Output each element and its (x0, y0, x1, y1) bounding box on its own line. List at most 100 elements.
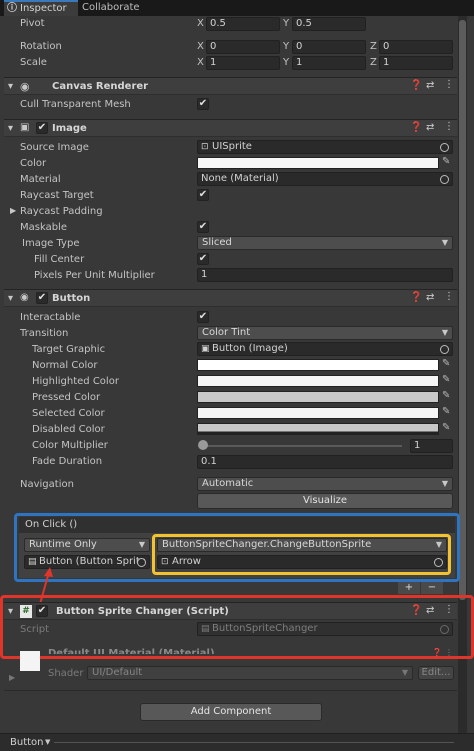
foldout-arrow-icon[interactable]: ▾ (8, 123, 13, 134)
canvas-renderer-header[interactable]: ▾ ◉ Canvas Renderer ❓ ⇄ ⋮ (4, 77, 457, 95)
pressed-color-swatch[interactable] (197, 391, 439, 403)
edit-shader-button[interactable]: Edit... (418, 666, 454, 680)
rotation-x-axis[interactable]: X (197, 41, 204, 52)
dropdown-caret-icon[interactable]: ▼ (45, 738, 50, 746)
highlighted-color-swatch[interactable] (197, 375, 439, 387)
button-title: Button (52, 293, 91, 304)
scale-x-axis[interactable]: X (197, 57, 204, 68)
button-component-icon: ◉ (20, 292, 29, 303)
pivot-x-field[interactable]: 0.5 (206, 17, 280, 31)
maskable-checkbox[interactable]: ✔ (197, 221, 209, 233)
rotation-y-field[interactable]: 0 (292, 40, 366, 54)
fade-duration-field[interactable]: 0.1 (197, 455, 453, 469)
pivot-y-field[interactable]: 0.5 (292, 17, 366, 31)
eyedropper-icon[interactable]: ✎ (442, 156, 450, 167)
navigation-dropdown[interactable]: Automatic ▼ (197, 477, 453, 491)
eyedropper-icon[interactable]: ✎ (442, 422, 450, 433)
tab-collaborate[interactable]: Collaborate (82, 0, 140, 16)
scale-y-axis[interactable]: Y (283, 57, 289, 68)
normal-color-swatch[interactable] (197, 359, 439, 371)
eyedropper-icon[interactable]: ✎ (442, 406, 450, 417)
fill-center-checkbox[interactable]: ✔ (197, 253, 209, 265)
dropdown-caret-icon: ▼ (435, 540, 442, 549)
footer-label[interactable]: Button (10, 737, 44, 748)
add-component-button[interactable]: Add Component (140, 703, 322, 721)
help-icon[interactable]: ❓ (410, 80, 422, 91)
multiplier-slider-handle[interactable] (198, 440, 208, 450)
object-picker-icon[interactable] (440, 345, 449, 354)
foldout-arrow-icon[interactable]: ▾ (8, 81, 13, 92)
footer-resize-handle[interactable] (54, 742, 454, 743)
onclick-argument-field[interactable]: ⊡ Arrow (157, 555, 447, 569)
object-picker-icon[interactable] (440, 175, 449, 184)
scale-y-field[interactable]: 1 (292, 56, 366, 70)
add-event-button[interactable]: + (398, 582, 420, 594)
dropdown-caret-icon: ▼ (441, 479, 448, 488)
interactable-checkbox[interactable]: ✔ (197, 311, 209, 323)
pivot-x-axis[interactable]: X (197, 18, 204, 29)
raycast-target-checkbox[interactable]: ✔ (197, 189, 209, 201)
target-graphic-field[interactable]: ▣ Button (Image) (197, 342, 453, 356)
foldout-arrow-icon[interactable]: ▶ (9, 673, 15, 682)
scale-x-field[interactable]: 1 (206, 56, 280, 70)
ppu-field[interactable]: 1 (197, 268, 453, 282)
eyedropper-icon[interactable]: ✎ (442, 374, 450, 385)
more-options-icon[interactable]: ⋮ (444, 291, 454, 302)
tab-inspector[interactable]: ⓘ Inspector (4, 0, 78, 16)
object-picker-icon[interactable] (434, 558, 443, 567)
info-icon: ⓘ (7, 3, 17, 14)
rotation-z-field[interactable]: 0 (379, 40, 453, 54)
onclick-title: On Click () (25, 519, 78, 530)
selected-color-swatch[interactable] (197, 407, 439, 419)
image-icon: ▣ (201, 344, 210, 354)
object-picker-icon[interactable] (137, 558, 146, 567)
normal-color-label: Normal Color (32, 360, 98, 371)
raycast-padding-label[interactable]: Raycast Padding (20, 206, 103, 217)
preset-icon[interactable]: ⇄ (426, 122, 434, 133)
more-options-icon[interactable]: ⋮ (445, 648, 453, 657)
source-image-field[interactable]: ⊡ UISprite (197, 140, 453, 154)
image-type-dropdown[interactable]: Sliced ▼ (197, 236, 453, 250)
runtime-dropdown[interactable]: Runtime Only ▼ (24, 538, 150, 552)
cull-transparent-checkbox[interactable]: ✔ (197, 98, 209, 110)
color-label: Color (20, 158, 47, 169)
remove-event-button[interactable]: − (421, 582, 443, 594)
eyedropper-icon[interactable]: ✎ (442, 358, 450, 369)
rotation-z-axis[interactable]: Z (370, 41, 377, 52)
eyedropper-icon[interactable]: ✎ (442, 390, 450, 401)
disabled-color-swatch[interactable] (197, 423, 439, 435)
button-enabled-checkbox[interactable]: ✔ (36, 292, 48, 304)
material-field[interactable]: None (Material) (197, 172, 453, 186)
function-dropdown[interactable]: ButtonSpriteChanger.ChangeButtonSprite ▼ (157, 538, 447, 552)
help-icon[interactable]: ❓ (410, 292, 422, 303)
more-options-icon[interactable]: ⋮ (444, 79, 454, 90)
navigation-label: Navigation (20, 479, 74, 490)
target-graphic-label: Target Graphic (32, 344, 106, 355)
foldout-arrow-icon[interactable]: ▾ (8, 293, 13, 304)
preset-icon[interactable]: ⇄ (426, 292, 434, 303)
help-icon[interactable]: ❓ (432, 648, 442, 657)
scale-z-field[interactable]: 1 (379, 56, 453, 70)
scrollbar-thumb[interactable] (459, 20, 466, 600)
shader-dropdown[interactable]: UI/Default ▼ (87, 666, 413, 680)
transition-dropdown[interactable]: Color Tint ▼ (197, 326, 453, 340)
raycast-target-label: Raycast Target (20, 190, 94, 201)
image-header[interactable]: ▾ ▣ ✔ Image ❓ ⇄ ⋮ (4, 119, 457, 137)
foldout-arrow-icon[interactable]: ▶ (10, 206, 16, 215)
rotation-x-field[interactable]: 0 (206, 40, 280, 54)
visualize-button[interactable]: Visualize (197, 493, 453, 509)
multiplier-slider-track[interactable] (202, 445, 402, 447)
preset-icon[interactable]: ⇄ (426, 80, 434, 91)
rotation-y-axis[interactable]: Y (283, 41, 289, 52)
color-swatch[interactable] (197, 157, 439, 169)
image-enabled-checkbox[interactable]: ✔ (36, 122, 48, 134)
help-icon[interactable]: ❓ (410, 122, 422, 133)
multiplier-field[interactable]: 1 (410, 439, 453, 453)
object-picker-icon[interactable] (440, 143, 449, 152)
scale-z-axis[interactable]: Z (370, 57, 377, 68)
material-preview-icon (20, 651, 40, 671)
pivot-y-axis[interactable]: Y (283, 18, 289, 29)
more-options-icon[interactable]: ⋮ (444, 121, 454, 132)
button-header[interactable]: ▾ ◉ ✔ Button ❓ ⇄ ⋮ (4, 289, 457, 307)
shader-label: Shader (48, 668, 84, 679)
